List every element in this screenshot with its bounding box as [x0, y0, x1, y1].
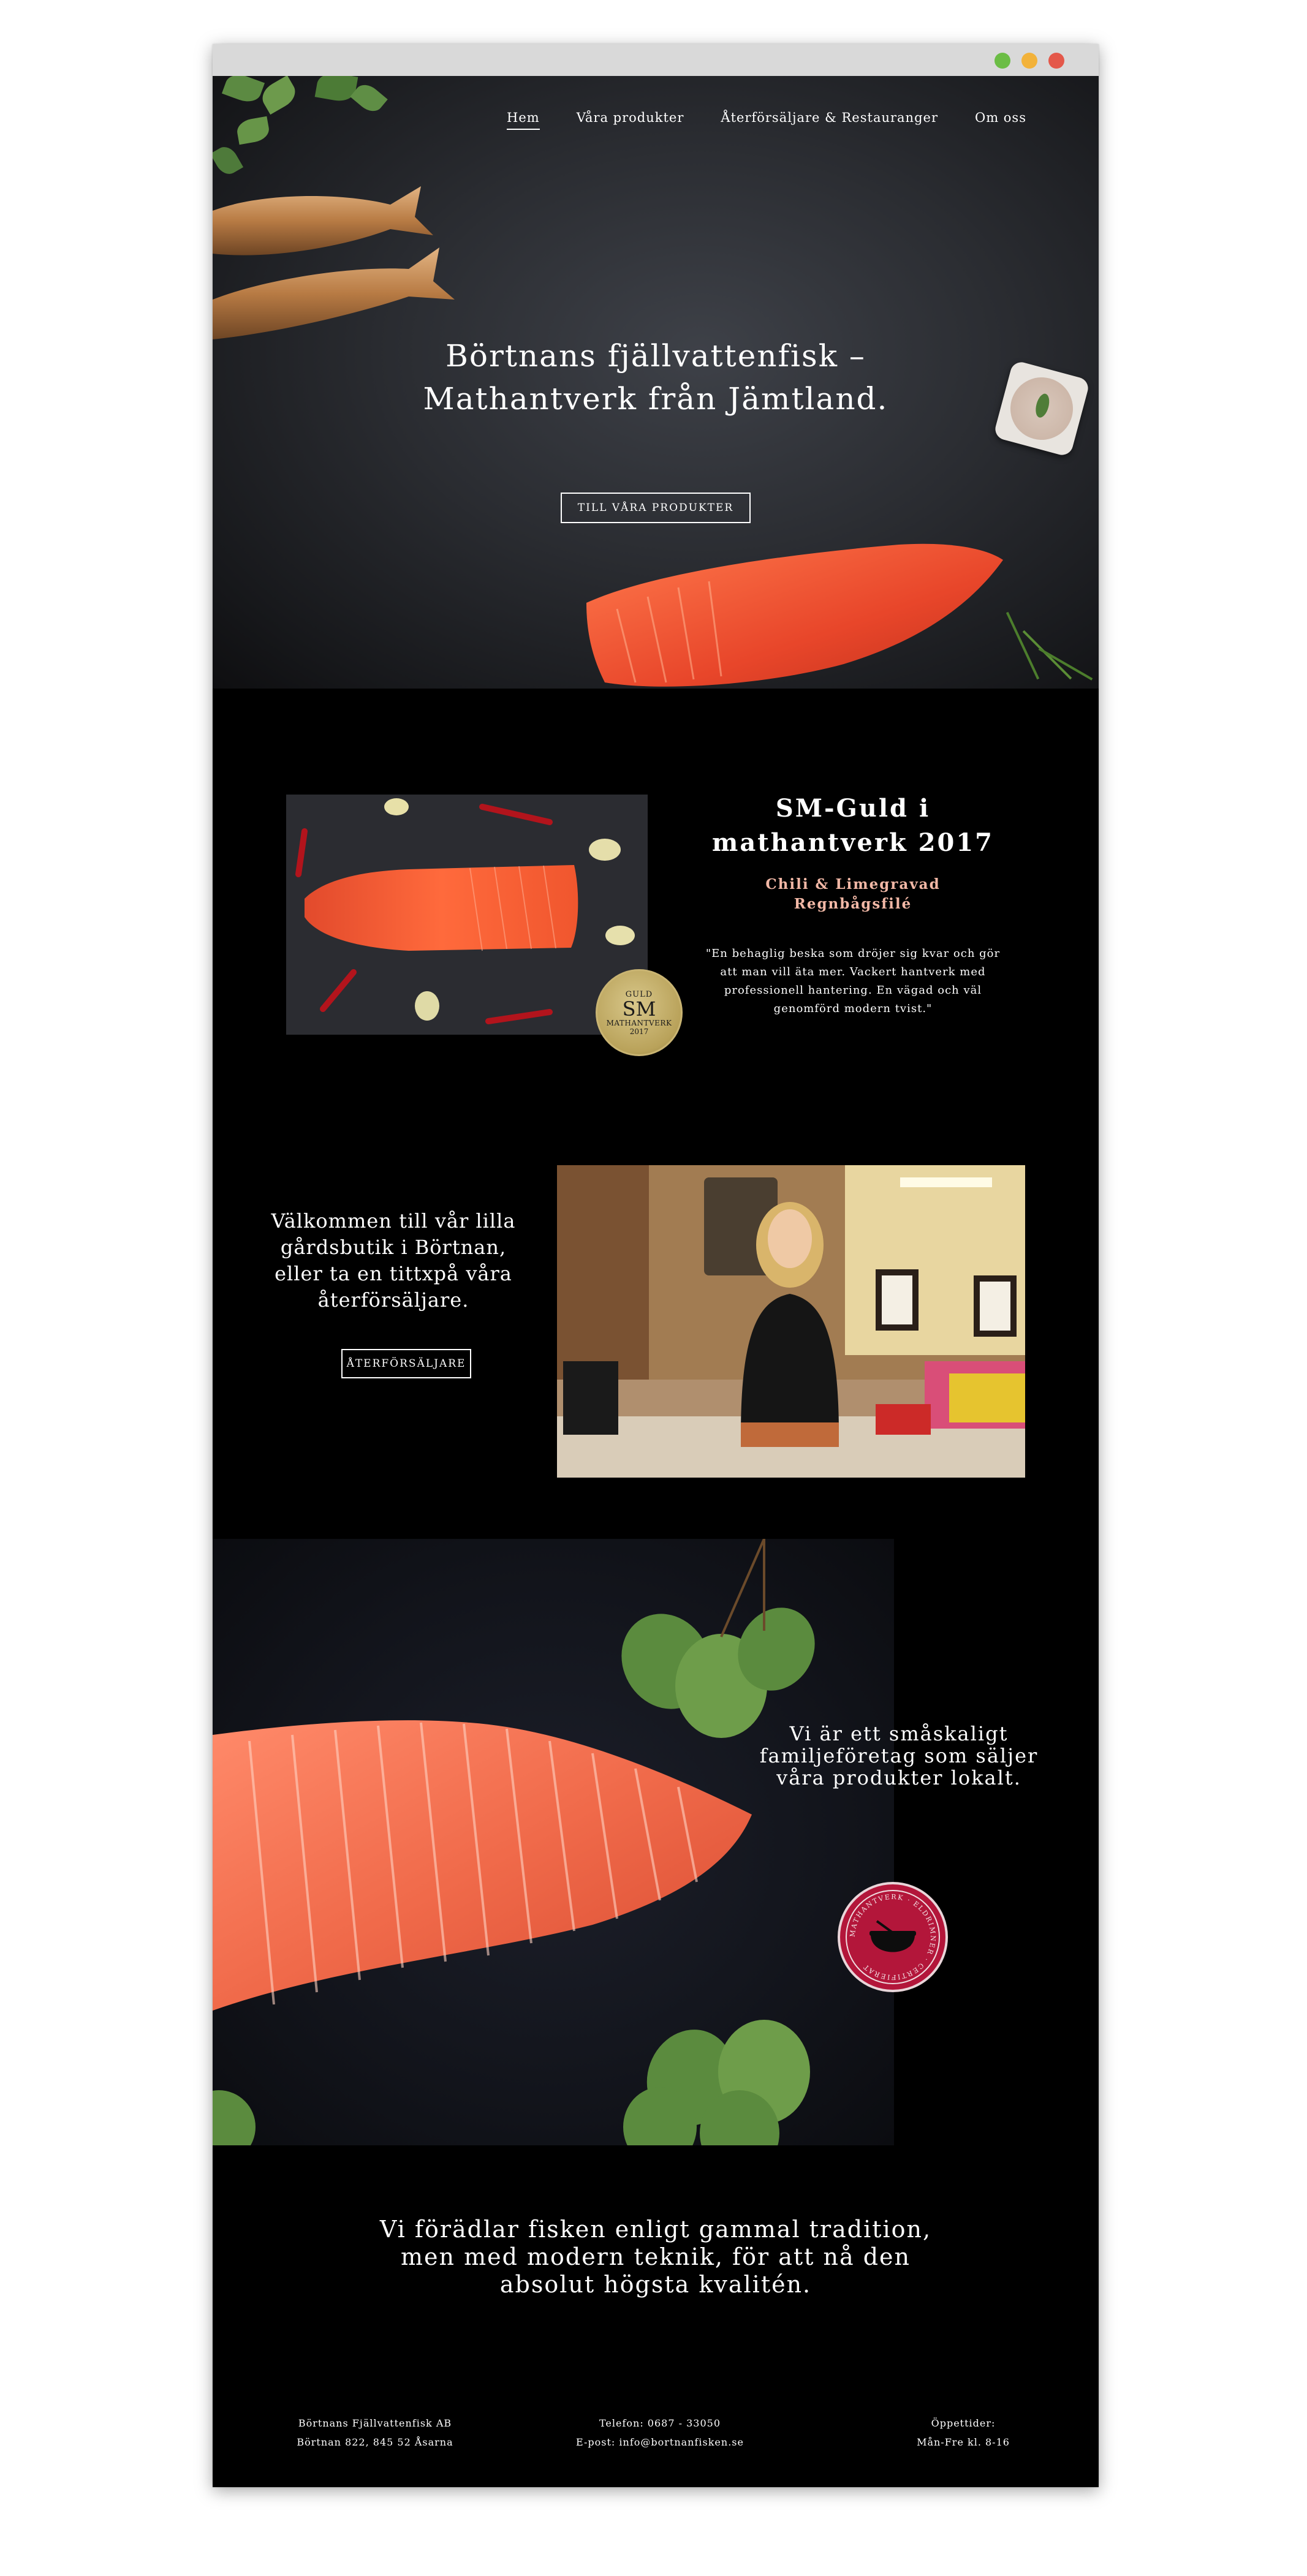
- family-company-text: Vi är ett småskaligt familjeföretag som …: [758, 1723, 1040, 1789]
- footer-email[interactable]: E-post: info@bortnanfisken.se: [550, 2433, 770, 2452]
- tradition-statement: Vi förädlar fisken enligt gammal traditi…: [335, 2216, 976, 2298]
- rainbow-trout-fillet-image: [213, 1539, 894, 2145]
- award-heading: SM-Guld i mathantverk 2017: [712, 791, 994, 860]
- footer-company-name: Börtnans Fjällvattenfisk AB: [298, 2417, 452, 2429]
- footer-hours: Mån-Fre kl. 8-16: [917, 2436, 1010, 2448]
- family-text-line3: våra produkter lokalt.: [776, 1766, 1021, 1789]
- award-heading-line1: SM-Guld i: [775, 794, 931, 823]
- footer-address: Börtnan 822, 845 52 Åsarna: [297, 2436, 453, 2448]
- award-product-line2: Regnbågsfilé: [794, 896, 912, 912]
- badge-sm-label: SM: [622, 997, 656, 1021]
- eldrimner-pot-logo: MATHANTVERK · ELDRIMNER · CERTIFIERAT: [846, 1890, 940, 1984]
- footer-hours-label: Öppettider:: [931, 2417, 996, 2429]
- nav-item-aterforsaljare[interactable]: Återförsäljare & Restauranger: [721, 110, 938, 130]
- shop-welcome-text: Välkommen till vår lilla gårdsbutik i Bö…: [265, 1208, 522, 1313]
- badge-mathantverk-label: MATHANTVERK: [606, 1018, 672, 1027]
- nav-item-vara-produkter[interactable]: Våra produkter: [577, 110, 684, 130]
- footer-phone[interactable]: Telefon: 0687 - 33050: [550, 2414, 770, 2433]
- family-text-line2: familjeföretag som säljer: [759, 1744, 1039, 1767]
- window-maximize-button[interactable]: [994, 53, 1010, 69]
- retailers-button[interactable]: ÅTERFÖRSÄLJARE: [341, 1349, 471, 1378]
- main-navigation: Hem Våra produkter Återförsäljare & Rest…: [507, 110, 1026, 130]
- award-heading-line2: mathantverk 2017: [712, 828, 994, 857]
- footer-company-info: Börtnans Fjällvattenfisk AB Börtnan 822,…: [274, 2414, 476, 2452]
- hero-section: Hem Våra produkter Återförsäljare & Rest…: [213, 76, 1099, 689]
- eldrimner-certified-badge: MATHANTVERK · ELDRIMNER · CERTIFIERAT: [838, 1882, 948, 1992]
- shop-text-line4: återförsäljare.: [317, 1288, 469, 1312]
- window-titlebar: [213, 44, 1099, 76]
- tradition-line1: Vi förädlar fisken enligt gammal traditi…: [379, 2216, 932, 2243]
- nav-item-om-oss[interactable]: Om oss: [975, 110, 1026, 130]
- award-quote: "En behaglig beska som dröjer sig kvar o…: [705, 947, 1001, 1015]
- browser-window: Hem Våra produkter Återförsäljare & Rest…: [213, 44, 1099, 2487]
- farm-shop-photo: [557, 1165, 1025, 1478]
- tradition-line3: absolut högsta kvalitén.: [499, 2271, 812, 2298]
- nav-item-hem[interactable]: Hem: [507, 110, 540, 130]
- window-minimize-button[interactable]: [1021, 53, 1037, 69]
- shop-text-line1: Välkommen till vår lilla: [271, 1209, 516, 1233]
- hero-title-line2: Mathantverk från Jämtland.: [423, 381, 888, 417]
- hero-title-line1: Börtnans fjällvattenfisk –: [445, 338, 866, 374]
- salmon-fillet-image: [586, 543, 1003, 687]
- window-close-button[interactable]: [1048, 53, 1064, 69]
- footer-opening-hours: Öppettider: Mån-Fre kl. 8-16: [887, 2414, 1040, 2452]
- award-product-name: Chili & Limegravad Regnbågsfilé: [712, 875, 994, 914]
- chili-lime-salmon-image: [286, 795, 648, 1035]
- tradition-line2: men med modern teknik, för att nå den: [401, 2243, 911, 2270]
- sm-guld-badge: GULD SM MATHANTVERK 2017: [596, 969, 683, 1056]
- badge-year-label: 2017: [629, 1027, 649, 1036]
- award-product-line1: Chili & Limegravad: [765, 876, 941, 893]
- family-text-line1: Vi är ett småskaligt: [789, 1722, 1009, 1745]
- shop-text-line2: gårdsbutik i Börtnan,: [280, 1236, 507, 1259]
- to-products-button[interactable]: TILL VÅRA PRODUKTER: [561, 493, 751, 523]
- shop-text-line3: eller ta en tittxpå våra: [275, 1262, 512, 1285]
- footer-contact-info: Telefon: 0687 - 33050 E-post: info@bortn…: [550, 2414, 770, 2452]
- dill-image: [985, 603, 1099, 689]
- hero-title: Börtnans fjällvattenfisk – Mathantverk f…: [213, 334, 1099, 420]
